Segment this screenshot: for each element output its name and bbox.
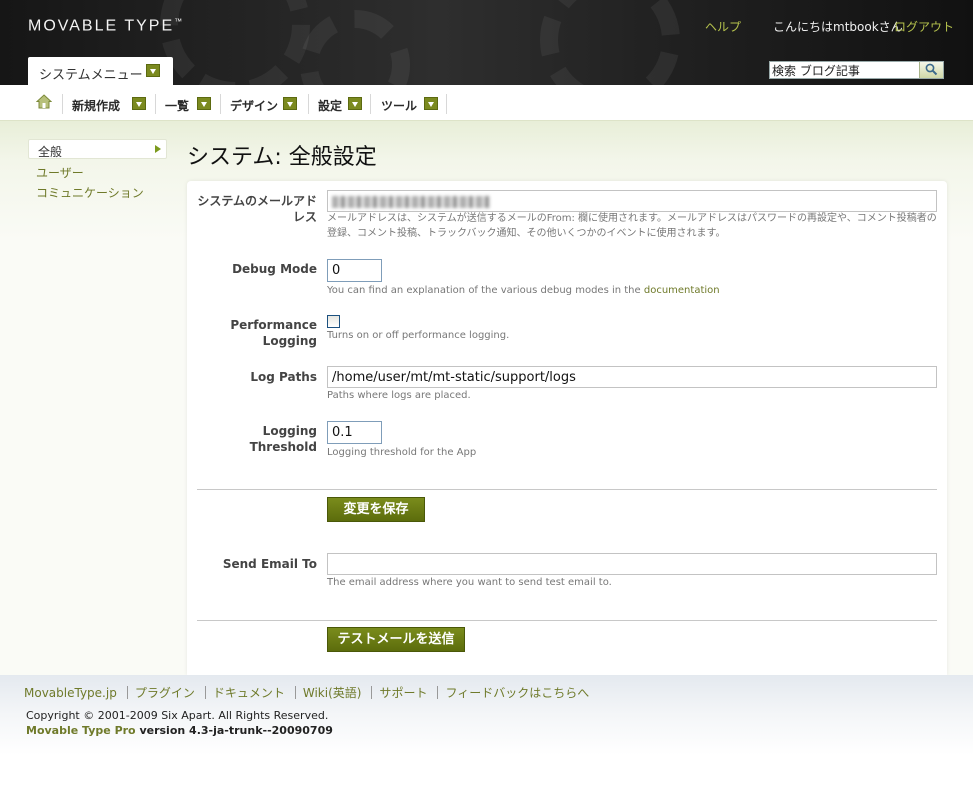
nav-divider <box>446 94 447 114</box>
gear-decoration <box>540 0 680 85</box>
movable-type-logo[interactable]: MOVABLE TYPE™ <box>28 17 182 35</box>
copyright: Copyright © 2001-2009 Six Apart. All Rig… <box>26 709 329 722</box>
footer-separator <box>437 686 439 699</box>
nav-item-label: 新規作成 <box>72 99 121 113</box>
chevron-down-icon <box>283 97 297 110</box>
nav-item-label: デザイン <box>230 99 279 113</box>
main-nav: 新規作成 一覧 デザイン 設定 ツール <box>0 85 973 121</box>
search-icon <box>925 63 938 76</box>
logo-text: MOVABLE TYPE <box>28 17 175 35</box>
performance-logging-label: Performance Logging <box>197 317 317 349</box>
version-info: Movable Type Pro version 4.3-ja-trunk--2… <box>26 724 333 737</box>
chevron-down-icon <box>424 97 438 110</box>
search-input[interactable] <box>772 63 918 78</box>
footer-link-movabletype[interactable]: MovableType.jp <box>24 686 117 700</box>
search-button[interactable] <box>919 62 943 78</box>
logout-link[interactable]: ログアウト <box>894 18 954 35</box>
page-footer: MovableType.jp プラグイン ドキュメント Wiki(英語) サポート フィー… <box>0 675 973 792</box>
send-email-field[interactable] <box>327 553 937 575</box>
logo-trademark: ™ <box>174 17 183 26</box>
settings-panel: システムのメールアドレス メールアドレスは、システムが送信するメールのFrom:… <box>187 181 947 675</box>
nav-item-label: 設定 <box>318 99 343 113</box>
email-hint: メールアドレスは、システムが送信するメールのFrom: 欄に使用されます。メール… <box>327 213 937 239</box>
log-paths-hint: Paths where logs are placed. <box>327 390 471 401</box>
system-email-field[interactable] <box>327 190 937 212</box>
sidebar-item-users[interactable]: ユーザー <box>36 164 84 181</box>
footer-link-wiki[interactable]: Wiki(英語) <box>303 686 362 700</box>
email-label: システムのメールアドレス <box>197 194 317 224</box>
sidebar-item-general[interactable]: 全般 <box>28 139 167 159</box>
send-test-email-button[interactable]: テストメールを送信 <box>327 627 465 652</box>
logging-threshold-hint: Logging threshold for the App <box>327 447 477 458</box>
nav-item-settings[interactable]: 設定 <box>318 93 368 113</box>
search-box <box>769 61 944 79</box>
perf-label-line1: Performance <box>230 318 317 332</box>
debug-mode-hint: You can find an explanation of the vario… <box>327 283 927 298</box>
log-paths-field[interactable] <box>327 366 937 388</box>
sidebar-item-label: 全般 <box>38 145 63 159</box>
version-text: version 4.3-ja-trunk--20090709 <box>139 724 333 737</box>
divider <box>197 620 937 621</box>
footer-links: MovableType.jp プラグイン ドキュメント Wiki(英語) サポート フィー… <box>24 684 589 701</box>
nav-divider <box>370 94 371 114</box>
gear-decoration <box>160 0 310 85</box>
user-greeting: こんにちはmtbookさん <box>773 20 903 34</box>
page-title: システム: 全般設定 <box>187 145 377 170</box>
system-menu-selector[interactable]: システムメニュー <box>28 57 173 85</box>
footer-separator <box>204 686 206 699</box>
footer-separator <box>294 686 296 699</box>
footer-link-feedback[interactable]: フィードバックはこちらへ <box>445 686 589 700</box>
footer-separator <box>371 686 373 699</box>
product-link[interactable]: Movable Type Pro <box>26 724 136 737</box>
arrow-right-icon <box>155 145 161 153</box>
sidebar-item-communication[interactable]: コミュニケーション <box>36 184 144 201</box>
log-paths-label: Log Paths <box>250 370 317 384</box>
nav-item-label: 一覧 <box>165 99 190 113</box>
performance-logging-checkbox[interactable] <box>327 315 340 328</box>
nav-divider <box>220 94 221 114</box>
gear-decoration <box>300 10 410 85</box>
chevron-down-icon <box>132 97 146 110</box>
app-header: MOVABLE TYPE™ ヘルプ こんにちはmtbookさん ログアウト シス… <box>0 0 973 85</box>
performance-logging-hint: Turns on or off performance logging. <box>327 330 510 341</box>
documentation-link[interactable]: documentation <box>644 285 720 296</box>
footer-link-plugins[interactable]: プラグイン <box>135 686 195 700</box>
logging-threshold-label: Logging Threshold <box>249 424 317 454</box>
main-content: 全般 ユーザー コミュニケーション システム: 全般設定 システムのメールアドレ… <box>0 121 973 675</box>
chevron-down-icon[interactable] <box>146 64 160 77</box>
home-icon[interactable] <box>36 94 52 109</box>
nav-item-tools[interactable]: ツール <box>381 93 441 113</box>
divider <box>197 489 937 490</box>
save-changes-button[interactable]: 変更を保存 <box>327 497 425 522</box>
chevron-down-icon <box>197 97 211 110</box>
nav-item-new[interactable]: 新規作成 <box>72 93 147 113</box>
perf-label-line2: Logging <box>262 334 317 348</box>
footer-link-docs[interactable]: ドキュメント <box>213 686 285 700</box>
nav-divider <box>308 94 309 114</box>
nav-item-design[interactable]: デザイン <box>230 93 305 113</box>
send-email-hint: The email address where you want to send… <box>327 577 612 588</box>
nav-divider <box>155 94 156 114</box>
send-email-label: Send Email To <box>222 557 317 571</box>
debug-mode-field[interactable] <box>327 259 382 282</box>
nav-item-list[interactable]: 一覧 <box>165 93 215 113</box>
logging-threshold-field[interactable] <box>327 421 382 444</box>
system-menu-label: システムメニュー <box>39 68 143 83</box>
blurred-email-value <box>332 196 490 208</box>
debug-hint-text: You can find an explanation of the vario… <box>327 285 641 296</box>
footer-separator <box>126 686 128 699</box>
nav-divider <box>62 94 63 114</box>
chevron-down-icon <box>348 97 362 110</box>
debug-mode-label: Debug Mode <box>232 262 317 276</box>
nav-item-label: ツール <box>381 99 418 113</box>
help-link[interactable]: ヘルプ <box>705 18 741 35</box>
footer-link-support[interactable]: サポート <box>379 686 427 700</box>
